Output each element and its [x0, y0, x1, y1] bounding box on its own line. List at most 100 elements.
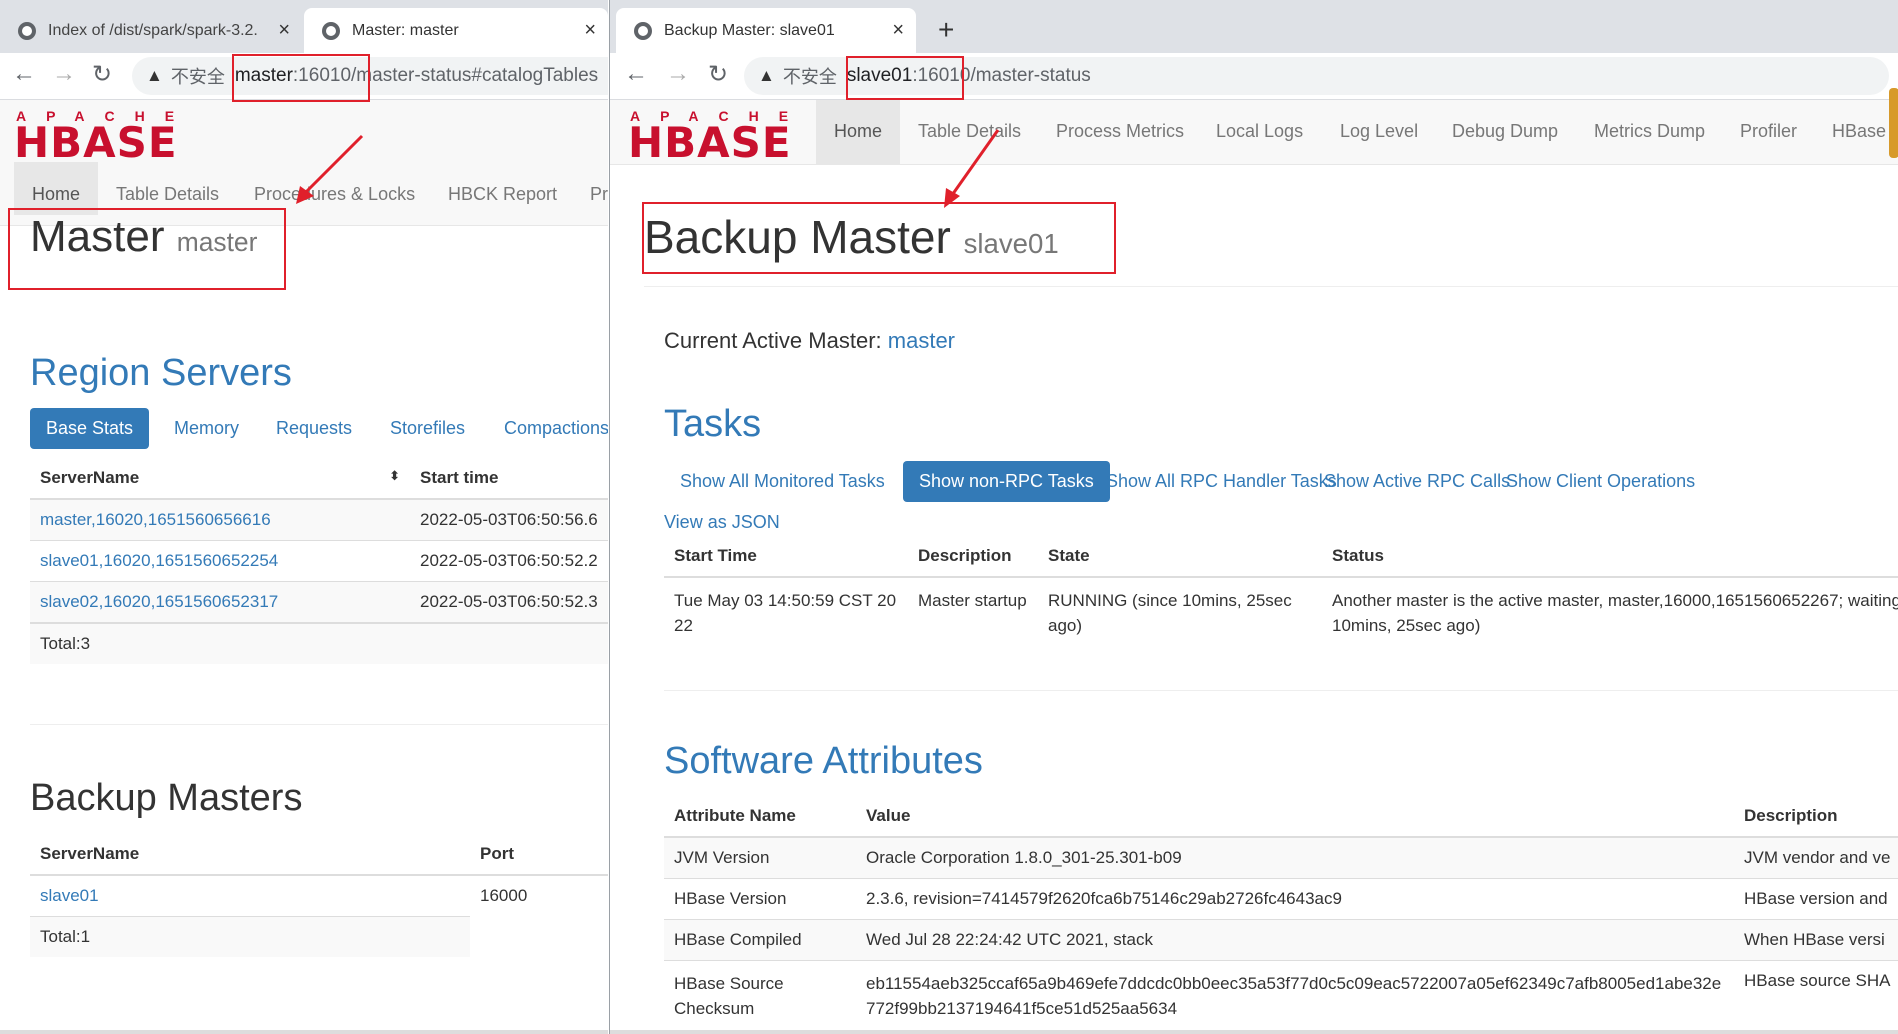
attribute-name: HBase Compiled: [664, 919, 856, 961]
nav-procedures-locks[interactable]: Procedures & Locks: [254, 184, 415, 205]
hbase-logo[interactable]: APACHE HBASE: [14, 108, 189, 167]
server-link[interactable]: slave01,16020,1651560652254: [30, 540, 410, 582]
server-link[interactable]: slave02,16020,1651560652317: [30, 581, 410, 623]
nav-debug-dump[interactable]: Debug Dump: [1452, 121, 1558, 142]
backup-masters-title: Backup Masters: [30, 777, 303, 819]
tab-storefiles[interactable]: Storefiles: [374, 408, 481, 449]
software-attributes-table: Attribute Name Value Description JVM Ver…: [664, 796, 1898, 1031]
tab-all-monitored-tasks[interactable]: Show All Monitored Tasks: [664, 461, 901, 502]
column-header-description[interactable]: Description: [908, 536, 1038, 578]
divider: [664, 690, 1898, 691]
table-row: Total:3: [30, 622, 608, 664]
tab-requests[interactable]: Requests: [260, 408, 368, 449]
tab-base-stats[interactable]: Base Stats: [30, 408, 150, 449]
tab-non-rpc-tasks[interactable]: Show non-RPC Tasks: [903, 461, 1110, 502]
reload-icon[interactable]: ↻: [92, 60, 112, 89]
nav-metrics-dump[interactable]: Metrics Dump: [1594, 121, 1705, 142]
window-bottom-edge: [610, 1030, 1898, 1034]
task-state: RUNNING (since 10mins, 25sec ago): [1038, 576, 1322, 648]
nav-local-logs[interactable]: Local Logs: [1216, 121, 1303, 142]
attribute-description: HBase source SHA: [1734, 960, 1898, 1031]
nav-home[interactable]: Home: [14, 162, 99, 215]
column-header-start-time[interactable]: Start Time: [664, 536, 908, 578]
page-subtitle: slave01: [963, 228, 1059, 259]
window-bottom-edge: [0, 1030, 608, 1034]
column-header-port[interactable]: Port: [470, 834, 608, 876]
column-header-description[interactable]: Description: [1734, 796, 1898, 838]
column-header-status[interactable]: Status: [1322, 536, 1898, 578]
tab-memory[interactable]: Memory: [158, 408, 255, 449]
url-path: :16010/master-status#catalogTables: [292, 65, 599, 86]
active-master-link[interactable]: master: [888, 328, 955, 353]
tab-compactions[interactable]: Compactions: [488, 408, 608, 449]
nav-home[interactable]: Home: [816, 100, 901, 165]
back-icon[interactable]: ←: [12, 60, 36, 88]
logo-hbase-text: HBASE: [14, 118, 178, 167]
region-servers-table: ServerName ⬍ Start time master,16020,1651…: [30, 458, 608, 664]
attribute-name: HBase Source Checksum: [664, 960, 856, 1031]
backup-master-link[interactable]: slave01: [30, 874, 470, 917]
sort-icon[interactable]: ⬍: [389, 468, 400, 484]
new-tab-icon[interactable]: +: [938, 14, 954, 46]
attribute-description: HBase version and: [1734, 878, 1898, 920]
nav-hbck-report[interactable]: HBCK Report: [448, 184, 557, 205]
column-header-state[interactable]: State: [1038, 536, 1322, 578]
browser-tab-master[interactable]: Master: master ×: [304, 8, 608, 53]
column-header-value[interactable]: Value: [856, 796, 1734, 838]
tab-client-operations[interactable]: Show Client Operations: [1490, 461, 1711, 502]
browser-tab-backup-master[interactable]: Backup Master: slave01 ×: [616, 8, 916, 53]
forward-icon[interactable]: →: [52, 60, 76, 88]
close-icon[interactable]: ×: [892, 19, 904, 42]
nav-process-metrics[interactable]: Process Metrics: [1056, 121, 1184, 142]
address-bar[interactable]: ▲ 不安全 slave01:16010/master-status: [744, 57, 1889, 95]
back-icon[interactable]: ←: [624, 60, 648, 88]
column-header-start-time[interactable]: Start time: [410, 458, 608, 500]
forward-icon[interactable]: →: [666, 60, 690, 88]
close-icon[interactable]: ×: [278, 19, 290, 42]
left-browser-window: Index of /dist/spark/spark-3.2. × Master…: [0, 0, 608, 1034]
start-time-cell: 2022-05-03T06:50:56.6: [410, 498, 608, 541]
table-row: HBase Source Checksum eb11554aeb325ccaf6…: [664, 960, 1898, 1031]
task-start-time: Tue May 03 14:50:59 CST 2022: [664, 576, 908, 648]
hbase-logo[interactable]: APACHE HBASE: [628, 108, 803, 167]
attribute-description: JVM vendor and ve: [1734, 836, 1898, 879]
attribute-description: When HBase versi: [1734, 919, 1898, 961]
reload-icon[interactable]: ↻: [708, 60, 728, 89]
browser-tab-spark-index[interactable]: Index of /dist/spark/spark-3.2. ×: [0, 8, 302, 53]
tab-title: Index of /dist/spark/spark-3.2.: [48, 21, 258, 39]
divider: [30, 724, 608, 725]
insecure-label: 不安全: [782, 67, 837, 87]
globe-icon: [634, 21, 652, 40]
scrollbar-thumb[interactable]: [1889, 88, 1898, 158]
table-row: slave02,16020,1651560652317 2022-05-03T0…: [30, 581, 608, 623]
attribute-value: Wed Jul 28 22:24:42 UTC 2021, stack: [856, 919, 1734, 961]
column-header-servername[interactable]: ServerName ⬍: [30, 458, 410, 500]
server-link[interactable]: master,16020,1651560656616: [30, 498, 410, 541]
table-row: HBase Version 2.3.6, revision=7414579f26…: [664, 878, 1898, 920]
divider: [644, 286, 1898, 287]
nav-log-level[interactable]: Log Level: [1340, 121, 1418, 142]
column-header-attribute-name[interactable]: Attribute Name: [664, 796, 856, 838]
nav-table-details[interactable]: Table Details: [918, 121, 1021, 142]
globe-icon: [322, 21, 340, 40]
tab-strip: Backup Master: slave01 × +: [610, 0, 1898, 53]
view-as-json-link[interactable]: View as JSON: [664, 512, 780, 533]
nav-more[interactable]: Pr: [590, 184, 608, 205]
address-bar[interactable]: ▲ 不安全 master:16010/master-status#catalog…: [132, 57, 608, 95]
nav-profiler[interactable]: Profiler: [1740, 121, 1797, 142]
column-header-servername[interactable]: ServerName: [30, 834, 470, 876]
header-label: ServerName: [40, 468, 140, 487]
address-toolbar: ← → ↻ ▲ 不安全 slave01:16010/master-status: [610, 53, 1898, 100]
tab-title: Backup Master: slave01: [664, 21, 835, 39]
attribute-value: eb11554aeb325ccaf65a9b469efe7ddcdc0bb0ee…: [856, 960, 1734, 1031]
close-icon[interactable]: ×: [584, 19, 596, 42]
tasks-table: Start Time Description State Status Tue …: [664, 536, 1898, 648]
nav-table-details[interactable]: Table Details: [116, 184, 219, 205]
software-attributes-title: Software Attributes: [664, 740, 983, 782]
nav-hbase[interactable]: HBase: [1832, 121, 1886, 142]
task-description: Master startup: [908, 576, 1038, 648]
page-title: Master master: [30, 212, 257, 262]
tab-strip: Index of /dist/spark/spark-3.2. × Master…: [0, 0, 608, 53]
table-row: JVM Version Oracle Corporation 1.8.0_301…: [664, 836, 1898, 879]
url-path: :16010/master-status: [912, 65, 1091, 86]
